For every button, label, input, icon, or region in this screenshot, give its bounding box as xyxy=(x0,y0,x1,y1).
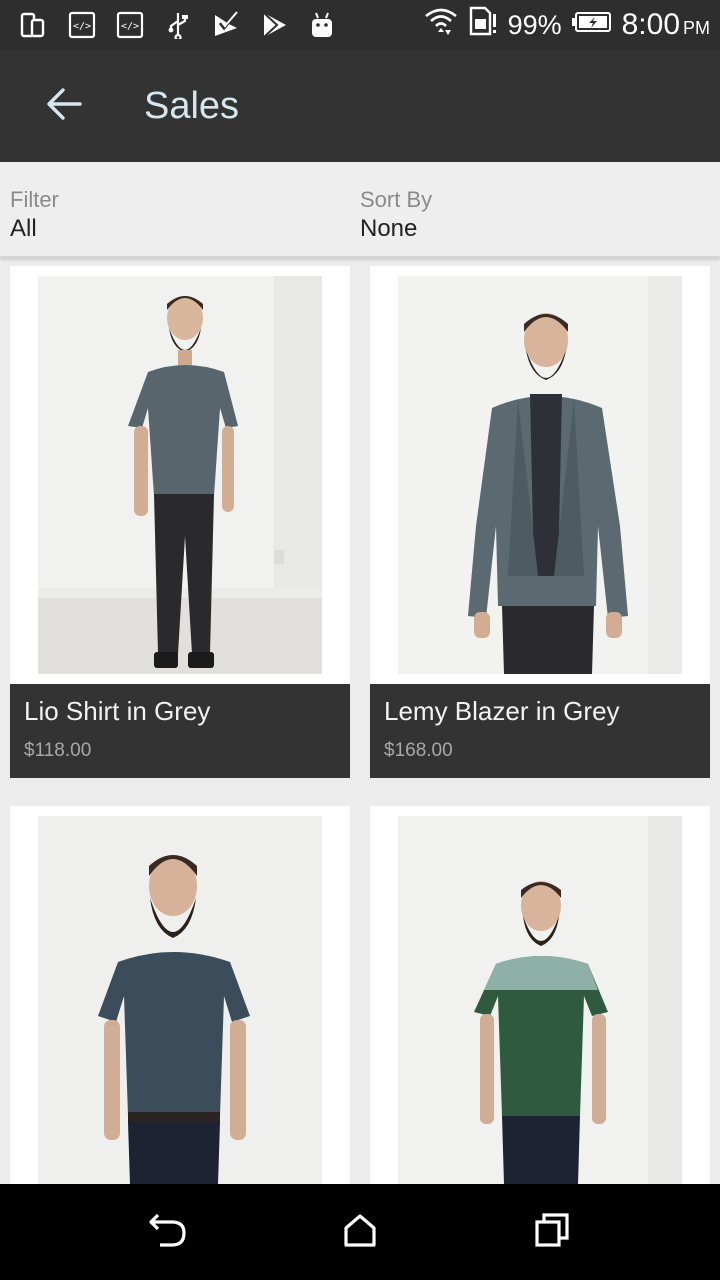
status-bar: </> </> 99% 8:00 PM xyxy=(0,0,720,50)
nav-recents-button[interactable] xyxy=(528,1208,576,1256)
product-card[interactable]: Lemy Blazer in Grey $168.00 xyxy=(370,266,710,778)
sim-icon xyxy=(468,6,498,45)
arrow-left-icon xyxy=(46,87,82,126)
play-store-icon xyxy=(259,10,289,40)
usb-icon xyxy=(163,10,193,40)
product-image xyxy=(38,276,322,674)
clock-ampm: PM xyxy=(683,18,710,38)
recents-nav-icon xyxy=(534,1212,570,1253)
wifi-icon xyxy=(424,6,458,45)
battery-charging-icon xyxy=(571,9,612,41)
clock-time: 8:00 xyxy=(621,8,680,41)
product-card[interactable] xyxy=(370,806,710,1184)
product-card[interactable] xyxy=(10,806,350,1184)
nav-back-button[interactable] xyxy=(144,1208,192,1256)
product-caption: Lemy Blazer in Grey $168.00 xyxy=(370,684,710,778)
home-nav-icon xyxy=(342,1212,378,1253)
product-name: Lemy Blazer in Grey xyxy=(384,696,620,726)
app-bar: Sales xyxy=(0,50,720,162)
filter-value: All xyxy=(10,215,37,242)
back-button[interactable] xyxy=(36,82,92,130)
clock: 8:00 PM xyxy=(622,8,710,42)
product-caption: Lio Shirt in Grey $118.00 xyxy=(10,684,350,778)
svg-text:</>: </> xyxy=(73,21,91,32)
code-icon: </> xyxy=(67,10,97,40)
filter-sort-bar: Filter All Sort By None xyxy=(0,162,720,258)
product-price: $168.00 xyxy=(384,740,453,761)
product-card[interactable]: Lio Shirt in Grey $118.00 xyxy=(10,266,350,778)
page-title: Sales xyxy=(144,85,240,127)
product-image xyxy=(38,816,322,1184)
sort-label: Sort By xyxy=(360,187,433,212)
filter-dropdown[interactable]: Filter All xyxy=(10,186,340,244)
product-image xyxy=(398,816,682,1184)
sort-value: None xyxy=(360,215,418,242)
filter-label: Filter xyxy=(10,187,59,212)
svg-text:</>: </> xyxy=(121,21,139,32)
product-name: Lio Shirt in Grey xyxy=(24,696,211,726)
product-image xyxy=(398,276,682,674)
battery-percent: 99% xyxy=(507,9,562,40)
phone-tablet-icon xyxy=(18,10,48,40)
system-nav-bar xyxy=(0,1184,720,1280)
sort-dropdown[interactable]: Sort By None xyxy=(360,186,700,244)
android-icon xyxy=(307,10,337,40)
back-nav-icon xyxy=(148,1211,188,1254)
product-price: $118.00 xyxy=(24,740,92,761)
check-box-icon xyxy=(211,10,241,40)
nav-home-button[interactable] xyxy=(336,1208,384,1256)
code-icon: </> xyxy=(115,10,145,40)
